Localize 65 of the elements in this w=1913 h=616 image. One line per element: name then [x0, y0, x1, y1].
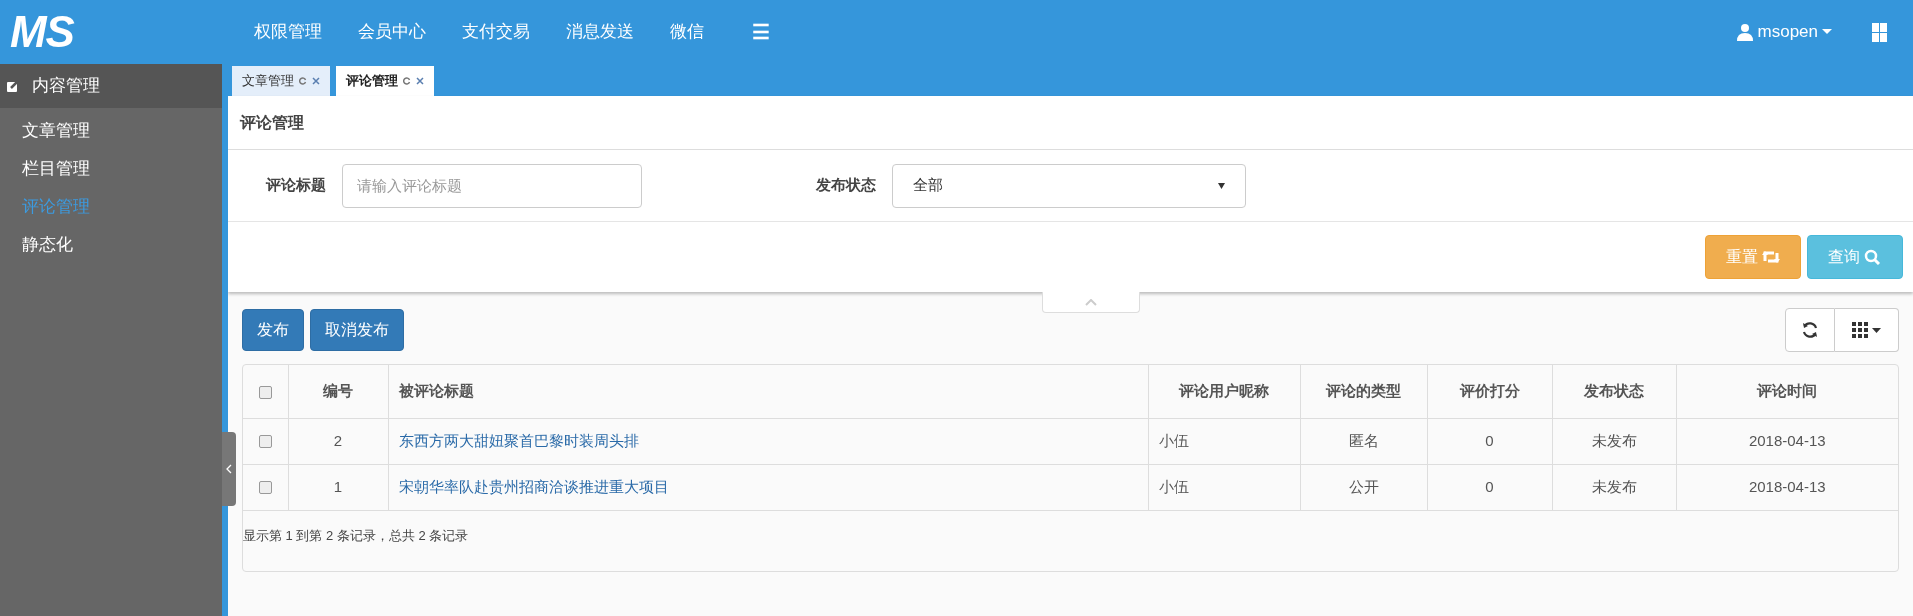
- search-field[interactable]: 请输入评论标题: [342, 163, 642, 208]
- action-button[interactable]: 发布: [242, 309, 304, 351]
- field-label: 评论标题: [266, 175, 326, 196]
- refresh-icon[interactable]: [299, 77, 307, 85]
- table-cell: 未发布: [1591, 477, 1637, 495]
- nav-link[interactable]: 权限管理: [254, 19, 322, 45]
- refresh-button[interactable]: [1785, 308, 1835, 352]
- title-link[interactable]: 宋朝华率队赴贵州招商洽谈推进重大项目: [398, 477, 669, 495]
- title-link[interactable]: 东西方两大甜妞聚首巴黎时装周头排: [398, 431, 639, 449]
- nav-link[interactable]: 消息发送: [566, 19, 634, 45]
- nav-link[interactable]: 微信: [670, 19, 704, 45]
- column-header[interactable]: 被评论标题: [398, 382, 474, 399]
- table-cell: 0: [1485, 431, 1494, 449]
- close-icon[interactable]: [312, 77, 320, 85]
- sidebar-item[interactable]: 栏目管理: [0, 150, 222, 188]
- retweet-icon: [1762, 249, 1780, 265]
- pagination-info: 显示第 1 到第 2 条记录，总共 2 条记录: [243, 528, 469, 543]
- chevron-up-icon: [1085, 298, 1097, 306]
- checkbox[interactable]: [258, 385, 272, 399]
- table-cell: 匿名: [1348, 431, 1379, 449]
- caret-icon: [1872, 327, 1881, 333]
- table-cell: 未发布: [1591, 431, 1637, 449]
- grid-icon[interactable]: [1872, 22, 1887, 42]
- table-cell: 公开: [1348, 477, 1379, 495]
- column-header[interactable]: 发布状态: [1584, 382, 1644, 399]
- checkbox[interactable]: [258, 435, 272, 449]
- nav-link[interactable]: 支付交易: [462, 19, 530, 45]
- caret-icon: [1822, 29, 1832, 35]
- sidebar-item[interactable]: 静态化: [0, 226, 222, 264]
- table-cell: 2018-04-13: [1748, 477, 1826, 495]
- chevron-left-icon: [226, 464, 232, 474]
- column-header[interactable]: 编号: [323, 382, 353, 399]
- search-icon: [1864, 249, 1882, 265]
- tab[interactable]: 文章管理: [232, 66, 330, 96]
- table-cell: 小伍: [1158, 477, 1189, 495]
- action-button[interactable]: 取消发布: [310, 309, 404, 351]
- nav-link[interactable]: 会员中心: [358, 19, 426, 45]
- tab[interactable]: 评论管理: [336, 66, 434, 96]
- refresh-icon: [1801, 321, 1819, 339]
- grid-icon: [1852, 322, 1868, 338]
- user-icon: [1735, 23, 1754, 41]
- table-cell: 2: [333, 431, 343, 449]
- column-header[interactable]: 评价打分: [1459, 382, 1520, 399]
- close-icon[interactable]: [416, 77, 424, 85]
- collapse-handle[interactable]: [222, 432, 236, 506]
- refresh-icon[interactable]: [403, 77, 411, 85]
- status-dropdown[interactable]: 全部: [892, 163, 1246, 208]
- column-header[interactable]: 评论时间: [1757, 382, 1818, 399]
- column-header[interactable]: 评论用户昵称: [1179, 382, 1269, 399]
- table-cell: 小伍: [1158, 431, 1189, 449]
- logo: MS: [10, 10, 74, 54]
- sidebar-item[interactable]: 文章管理: [0, 112, 222, 150]
- table-cell: 0: [1485, 477, 1494, 495]
- edit-icon: [6, 79, 20, 93]
- field-label: 发布状态: [816, 175, 876, 196]
- table-cell: 2018-04-13: [1748, 431, 1826, 449]
- user-menu[interactable]: msopen: [1735, 19, 1832, 45]
- table-cell: 1: [333, 477, 343, 495]
- menu-icon[interactable]: ☰: [752, 17, 770, 47]
- page-title: 评论管理: [240, 112, 304, 133]
- column-header[interactable]: 评论的类型: [1326, 382, 1401, 399]
- checkbox[interactable]: [258, 481, 272, 495]
- sidebar-group-header[interactable]: 内容管理: [0, 64, 222, 108]
- caret-icon: [1218, 182, 1225, 189]
- columns-button[interactable]: [1835, 308, 1899, 352]
